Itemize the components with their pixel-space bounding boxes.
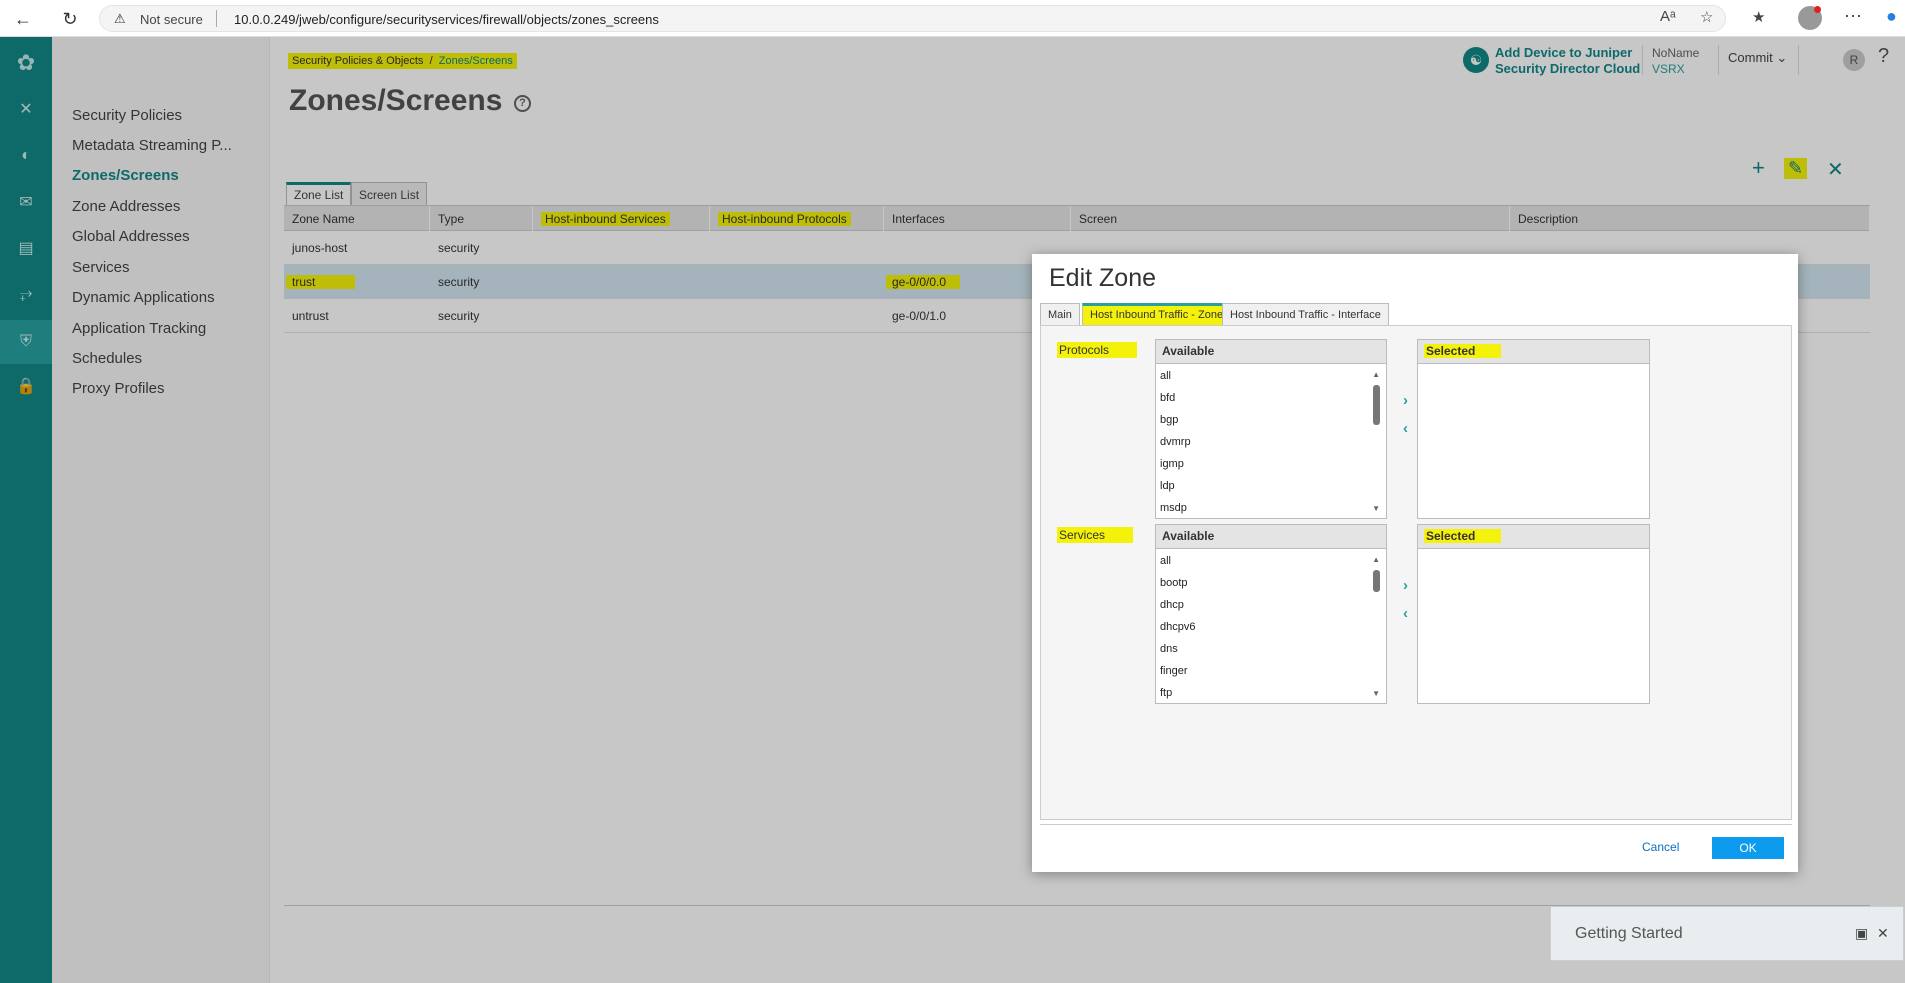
protocols-label: Protocols [1057, 342, 1138, 358]
getting-started-panel[interactable]: Getting Started ▣ ✕ [1550, 906, 1904, 961]
services-label: Services [1057, 527, 1134, 543]
protocols-selected-header: Selected [1418, 340, 1649, 364]
list-item[interactable]: dhcp [1160, 599, 1184, 611]
dialog-body: Protocols Available all bfd bgp dvmrp ig… [1040, 325, 1792, 820]
list-item[interactable]: bgp [1160, 414, 1178, 426]
list-item[interactable]: dhcpv6 [1160, 621, 1195, 633]
favorite-star-icon[interactable]: ☆ [1700, 8, 1713, 26]
services-available-header: Available [1156, 525, 1386, 549]
protocols-selected-list[interactable]: Selected [1417, 339, 1650, 519]
services-available-list[interactable]: Available all bootp dhcp dhcpv6 dns fing… [1155, 524, 1387, 704]
tab-host-inbound-interface[interactable]: Host Inbound Traffic - Interface [1222, 303, 1389, 325]
list-item[interactable]: all [1160, 370, 1171, 382]
getting-started-title: Getting Started [1575, 925, 1683, 942]
more-menu-icon[interactable]: ⋯ [1844, 6, 1862, 27]
browser-toolbar: ← ↻ ⚠ Not secure 10.0.0.249/jweb/configu… [0, 0, 1905, 37]
list-item[interactable]: dns [1160, 643, 1178, 655]
move-right-chevron-icon[interactable]: › [1403, 577, 1408, 594]
list-item[interactable]: ftp [1160, 687, 1172, 699]
copilot-icon[interactable]: ● [1886, 6, 1897, 27]
list-item[interactable]: bfd [1160, 392, 1175, 404]
edit-zone-dialog: Edit Zone Main Host Inbound Traffic - Zo… [1032, 254, 1798, 872]
tab-main[interactable]: Main [1040, 303, 1080, 325]
warning-icon: ⚠ [114, 11, 126, 26]
favorites-list-icon[interactable]: ★ [1752, 8, 1765, 26]
services-selected-list[interactable]: Selected [1417, 524, 1650, 704]
services-selected-header: Selected [1418, 525, 1649, 549]
address-bar[interactable]: ⚠ Not secure 10.0.0.249/jweb/configure/s… [99, 5, 1726, 32]
tab-host-inbound-zone[interactable]: Host Inbound Traffic - Zone [1082, 303, 1232, 325]
move-left-chevron-icon[interactable]: ‹ [1403, 605, 1408, 622]
list-item[interactable]: all [1160, 555, 1171, 567]
dialog-footer-divider [1040, 824, 1792, 825]
protocols-available-list[interactable]: Available all bfd bgp dvmrp igmp ldp msd… [1155, 339, 1387, 519]
list-item[interactable]: msdp [1160, 502, 1187, 514]
notification-dot-icon [1814, 6, 1821, 13]
protocols-selected-header-label: Selected [1424, 344, 1502, 358]
list-item[interactable]: bootp [1160, 577, 1188, 589]
list-item[interactable]: dvmrp [1160, 436, 1191, 448]
scroll-down-arrow-icon[interactable]: ▼ [1372, 504, 1380, 513]
ok-button[interactable]: OK [1712, 837, 1784, 859]
back-arrow-icon[interactable]: ← [10, 6, 36, 32]
url-separator [216, 10, 217, 27]
list-item[interactable]: ldp [1160, 480, 1175, 492]
read-aloud-icon[interactable]: Aᵃ [1660, 8, 1676, 25]
cancel-button[interactable]: Cancel [1642, 840, 1679, 854]
minimize-window-icon[interactable]: ▣ [1855, 925, 1868, 942]
move-left-chevron-icon[interactable]: ‹ [1403, 420, 1408, 437]
scroll-up-arrow-icon[interactable]: ▲ [1372, 370, 1380, 379]
security-label[interactable]: Not secure [140, 12, 203, 27]
scroll-up-arrow-icon[interactable]: ▲ [1372, 555, 1380, 564]
url-text[interactable]: 10.0.0.249/jweb/configure/securityservic… [234, 12, 659, 27]
list-item[interactable]: igmp [1160, 458, 1184, 470]
scroll-down-arrow-icon[interactable]: ▼ [1372, 689, 1380, 698]
services-selected-header-label: Selected [1424, 529, 1502, 543]
scrollbar-thumb[interactable] [1373, 570, 1380, 592]
protocols-available-header: Available [1156, 340, 1386, 364]
close-icon[interactable]: ✕ [1877, 925, 1889, 942]
dialog-title: Edit Zone [1049, 264, 1157, 292]
move-right-chevron-icon[interactable]: › [1403, 392, 1408, 409]
scrollbar-thumb[interactable] [1373, 385, 1380, 425]
list-item[interactable]: finger [1160, 665, 1188, 677]
reload-icon[interactable]: ↻ [57, 6, 83, 32]
